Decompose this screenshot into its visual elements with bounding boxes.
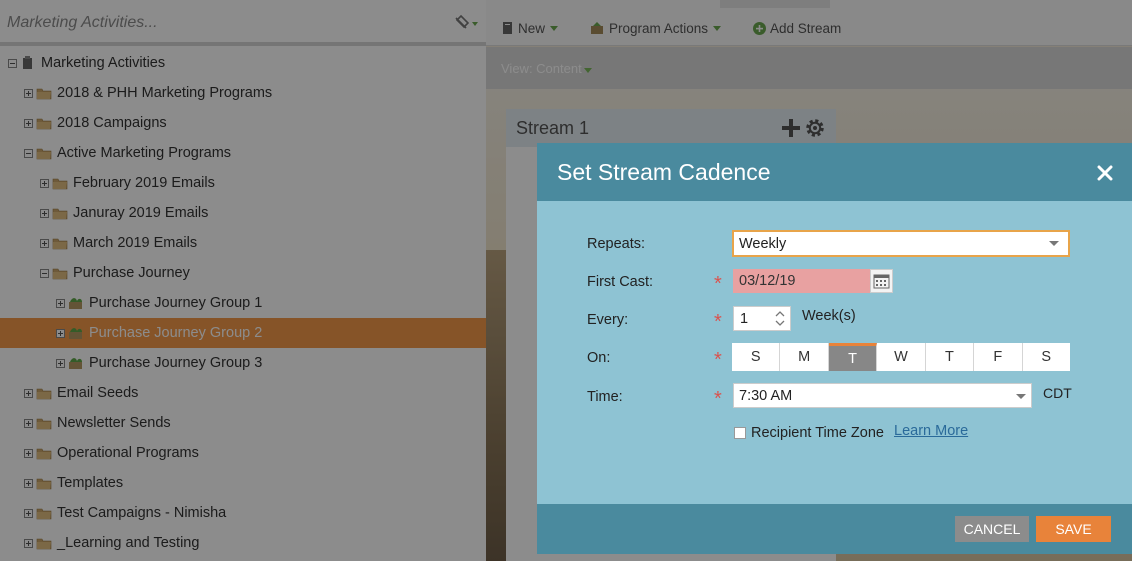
time-label: Time: [587, 389, 623, 405]
time-select[interactable]: 7:30 AM [733, 383, 1032, 408]
timezone-label: CDT [1043, 385, 1072, 401]
dialog-title: Set Stream Cadence [557, 159, 771, 185]
first-cast-date-input[interactable]: 03/12/19 [733, 269, 870, 293]
set-stream-cadence-dialog: Set Stream Cadence Repeats: Weekly First… [537, 143, 1132, 554]
required-indicator: * [714, 349, 722, 371]
close-icon[interactable] [1097, 165, 1113, 181]
required-indicator: * [714, 311, 722, 333]
on-label: On: [587, 350, 611, 366]
day-wednesday-button[interactable]: W [877, 343, 926, 371]
day-tuesday-button[interactable]: T [828, 343, 878, 371]
day-monday-button[interactable]: M [780, 343, 829, 371]
first-cast-label: First Cast: [587, 274, 654, 290]
time-value: 7:30 AM [739, 388, 793, 404]
save-button[interactable]: SAVE [1036, 516, 1111, 542]
required-indicator: * [714, 273, 722, 295]
spinner-arrows-icon[interactable] [775, 310, 785, 327]
cancel-button[interactable]: CANCEL [955, 516, 1029, 542]
repeats-select[interactable]: Weekly [732, 230, 1070, 257]
calendar-icon [873, 274, 890, 289]
day-friday-button[interactable]: F [974, 343, 1023, 371]
repeats-value: Weekly [739, 236, 787, 252]
calendar-button[interactable] [870, 269, 893, 293]
every-unit-label: Week(s) [802, 308, 856, 324]
chevron-down-icon [1016, 394, 1026, 399]
first-cast-value: 03/12/19 [739, 273, 796, 289]
day-thursday-button[interactable]: T [926, 343, 975, 371]
every-stepper[interactable]: 1 [733, 306, 791, 331]
repeats-label: Repeats: [587, 236, 646, 252]
required-indicator: * [714, 388, 722, 410]
weekday-selector: SMTWTFS [732, 343, 1070, 371]
day-saturday-button[interactable]: S [1023, 343, 1070, 371]
dialog-header: Set Stream Cadence [537, 143, 1132, 201]
recipient-time-zone-label: Recipient Time Zone [751, 425, 884, 441]
learn-more-link[interactable]: Learn More [894, 423, 968, 439]
every-label: Every: [587, 312, 629, 328]
recipient-time-zone-checkbox[interactable] [734, 427, 746, 439]
chevron-down-icon [1049, 241, 1059, 246]
every-value: 1 [740, 311, 749, 327]
day-sunday-button[interactable]: S [732, 343, 781, 371]
